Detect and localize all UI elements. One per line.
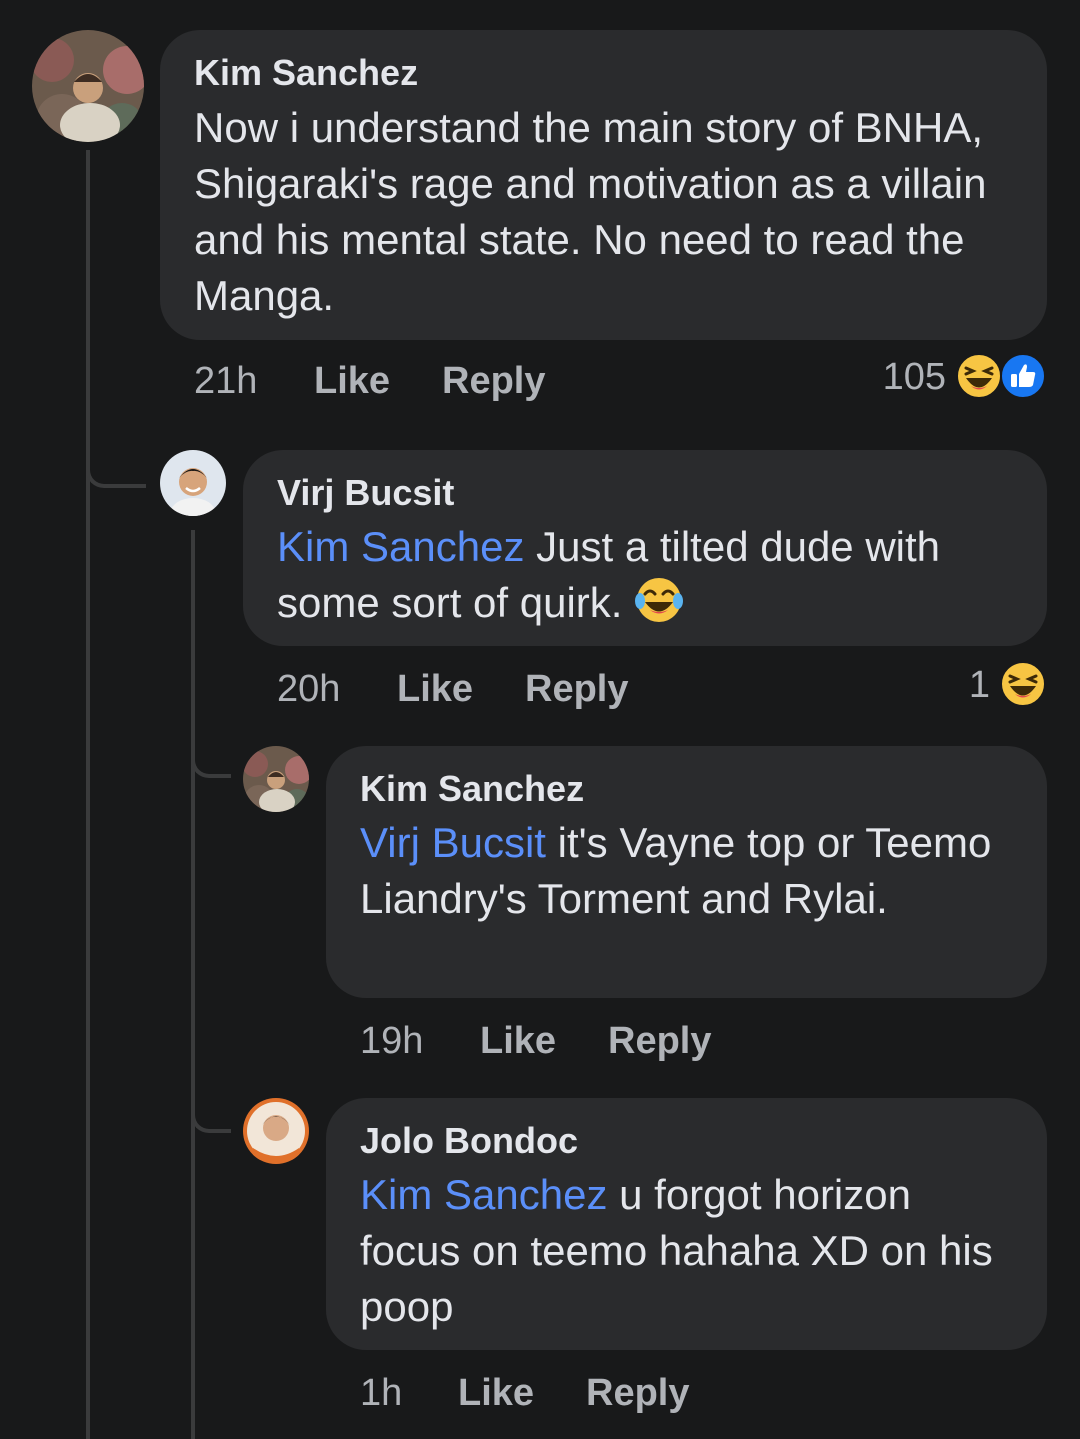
avatar[interactable] [32, 30, 144, 142]
avatar-photo-kim [32, 30, 144, 142]
avatar[interactable] [160, 450, 226, 516]
comment-author[interactable]: Jolo Bondoc [360, 1120, 578, 1162]
thread-line-sub [191, 530, 195, 1439]
comment-text: Virj Bucsit it's Vayne top or Teemo Lian… [360, 815, 1000, 927]
reply-button[interactable]: Reply [608, 1020, 711, 1063]
like-button[interactable]: Like [314, 360, 390, 403]
comment-timestamp[interactable]: 19h [360, 1020, 423, 1063]
comment-timestamp[interactable]: 20h [277, 668, 340, 711]
comment-author[interactable]: Kim Sanchez [194, 52, 418, 94]
comment-text: Now i understand the main story of BNHA,… [194, 100, 1024, 324]
reaction-count[interactable]: 1 [930, 664, 990, 707]
comment-body: Now i understand the main story of BNHA,… [194, 104, 987, 319]
like-button[interactable]: Like [458, 1372, 534, 1415]
mention-link[interactable]: Kim Sanchez [360, 1171, 607, 1218]
reply-button[interactable]: Reply [442, 360, 545, 403]
thread-elbow-reply-1 [86, 420, 146, 488]
tears-of-joy-emoji [635, 578, 684, 622]
avatar-photo-jolo [243, 1098, 309, 1164]
like-button[interactable]: Like [480, 1020, 556, 1063]
comment-text: Kim Sanchez Just a tilted dude with some… [277, 519, 1027, 631]
haha-icon[interactable] [1000, 661, 1046, 707]
thread-elbow-reply-3 [191, 1075, 231, 1133]
comment-timestamp[interactable]: 1h [360, 1372, 402, 1415]
thread-elbow-reply-2 [191, 720, 231, 778]
avatar[interactable] [243, 746, 309, 812]
comment-author[interactable]: Kim Sanchez [360, 768, 584, 810]
reply-button[interactable]: Reply [586, 1372, 689, 1415]
haha-icon[interactable] [956, 353, 1002, 399]
like-icon[interactable] [1000, 353, 1046, 399]
avatar[interactable] [243, 1098, 309, 1164]
mention-link[interactable]: Virj Bucsit [360, 819, 546, 866]
avatar-photo-kim [243, 746, 309, 812]
reaction-count[interactable]: 105 [850, 356, 946, 399]
reply-button[interactable]: Reply [525, 668, 628, 711]
comment-timestamp[interactable]: 21h [194, 360, 257, 403]
comment-author[interactable]: Virj Bucsit [277, 472, 454, 514]
avatar-photo-virj [160, 450, 226, 516]
thread-line-main [86, 150, 90, 1439]
comment-text: Kim Sanchez u forgot horizon focus on te… [360, 1167, 1000, 1335]
like-button[interactable]: Like [397, 668, 473, 711]
mention-link[interactable]: Kim Sanchez [277, 523, 524, 570]
